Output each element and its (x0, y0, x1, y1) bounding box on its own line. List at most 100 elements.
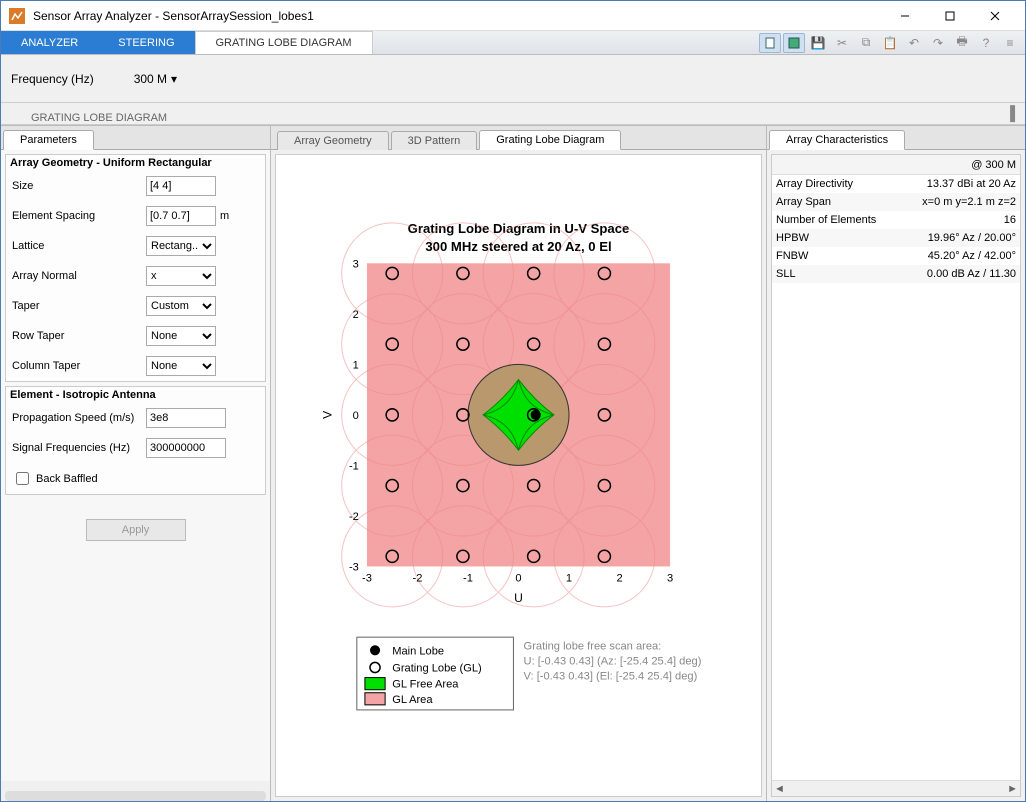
char-value: 45.20° Az / 42.00° (892, 250, 1020, 262)
new-icon[interactable] (759, 33, 781, 53)
svg-text:-1: -1 (463, 573, 473, 585)
tab-3d-pattern[interactable]: 3D Pattern (391, 131, 478, 150)
element-spacing-input[interactable] (146, 206, 216, 226)
char-label: Number of Elements (772, 214, 892, 226)
y-axis-label: V (321, 410, 335, 419)
char-value: 16 (892, 214, 1020, 226)
propagation-speed-label: Propagation Speed (m/s) (12, 412, 142, 424)
char-row: Number of Elements16 (772, 211, 1020, 229)
svg-text:-3: -3 (362, 573, 372, 585)
char-row: HPBW19.96° Az / 20.00° (772, 229, 1020, 247)
menu-icon[interactable]: ≡ (999, 33, 1021, 53)
svg-text:Grating Lobe (GL): Grating Lobe (GL) (392, 663, 482, 675)
column-taper-label: Column Taper (12, 360, 142, 372)
svg-text:-1: -1 (349, 460, 359, 472)
save-icon[interactable] (783, 33, 805, 53)
tab-steering[interactable]: STEERING (98, 31, 194, 54)
title-bar: Sensor Array Analyzer - SensorArraySessi… (1, 1, 1025, 31)
char-value: x=0 m y=2.1 m z=2 (892, 196, 1020, 208)
paste-icon[interactable]: 📋 (879, 33, 901, 53)
char-label: Array Directivity (772, 178, 892, 190)
char-label: Array Span (772, 196, 892, 208)
section-title: GRATING LOBE DIAGRAM ▐ (1, 103, 1025, 125)
close-button[interactable] (972, 1, 1017, 31)
svg-text:2: 2 (616, 573, 622, 585)
lattice-label: Lattice (12, 240, 142, 252)
char-label: FNBW (772, 250, 892, 262)
propagation-speed-input[interactable] (146, 408, 226, 428)
row-taper-label: Row Taper (12, 330, 142, 342)
svg-text:2: 2 (353, 309, 359, 321)
svg-text:-2: -2 (349, 511, 359, 523)
row-taper-select[interactable]: None (146, 326, 216, 346)
chart-subtitle: 300 MHz steered at 20 Az, 0 El (425, 239, 611, 254)
disk-icon[interactable]: 💾 (807, 33, 829, 53)
collapse-ribbon-icon[interactable]: ▐ (1005, 105, 1015, 121)
undo-icon[interactable]: ↶ (903, 33, 925, 53)
minimize-button[interactable] (882, 1, 927, 31)
cut-icon[interactable]: ✂ (831, 33, 853, 53)
tab-grating-lobe[interactable]: Grating Lobe Diagram (479, 130, 621, 150)
char-value: 19.96° Az / 20.00° (892, 232, 1020, 244)
ribbon: ANALYZER STEERING GRATING LOBE DIAGRAM 💾… (1, 31, 1025, 55)
char-row: SLL0.00 dB Az / 11.30 (772, 265, 1020, 283)
char-value: 0.00 dB Az / 11.30 (892, 268, 1020, 280)
frequency-label: Frequency (Hz) (11, 72, 94, 86)
spacing-unit[interactable]: m (220, 210, 238, 222)
tab-grating-lobe-diagram[interactable]: GRATING LOBE DIAGRAM (195, 31, 373, 54)
char-header: @ 300 M (772, 155, 1020, 175)
taper-select[interactable]: Custom (146, 296, 216, 316)
copy-icon[interactable]: ⧉ (855, 33, 877, 53)
svg-text:-2: -2 (413, 573, 423, 585)
chevron-down-icon: ▾ (171, 72, 177, 86)
char-row: Array Spanx=0 m y=2.1 m z=2 (772, 193, 1020, 211)
svg-text:GL Area: GL Area (392, 694, 433, 706)
char-label: SLL (772, 268, 892, 280)
array-normal-select[interactable]: x (146, 266, 216, 286)
ribbon-content: Frequency (Hz) 300 M ▾ (1, 55, 1025, 103)
svg-text:GL Free Area: GL Free Area (392, 679, 459, 691)
parameters-panel: Parameters Array Geometry - Uniform Rect… (1, 126, 271, 801)
tab-parameters[interactable]: Parameters (3, 130, 94, 150)
char-scrollbar[interactable]: ◄► (772, 780, 1020, 796)
window-title: Sensor Array Analyzer - SensorArraySessi… (33, 9, 882, 23)
x-axis-label: U (514, 591, 523, 605)
characteristics-panel: Array Characteristics @ 300 M Array Dire… (767, 126, 1025, 801)
help-icon[interactable]: ? (975, 33, 997, 53)
print-icon[interactable]: 🖶 (951, 33, 973, 53)
chart-svg: Grating Lobe Diagram in U-V Space 300 MH… (276, 155, 761, 796)
maximize-button[interactable] (927, 1, 972, 31)
svg-text:3: 3 (667, 573, 673, 585)
back-baffled-label: Back Baffled (36, 473, 98, 485)
element-spacing-label: Element Spacing (12, 210, 142, 222)
tab-array-characteristics[interactable]: Array Characteristics (769, 130, 905, 150)
size-label: Size (12, 180, 142, 192)
frequency-dropdown[interactable]: 300 M ▾ (134, 72, 177, 86)
tab-array-geometry[interactable]: Array Geometry (277, 131, 389, 150)
redo-icon[interactable]: ↷ (927, 33, 949, 53)
plot-panel: Array Geometry 3D Pattern Grating Lobe D… (271, 126, 767, 801)
svg-text:1: 1 (353, 359, 359, 371)
back-baffled-checkbox[interactable] (16, 472, 29, 485)
signal-frequencies-label: Signal Frequencies (Hz) (12, 442, 142, 454)
size-input[interactable] (146, 176, 216, 196)
app-icon (9, 8, 25, 24)
chart-legend: Main Lobe Grating Lobe (GL) GL Free Area… (357, 637, 514, 710)
array-normal-label: Array Normal (12, 270, 142, 282)
svg-text:-3: -3 (349, 561, 359, 573)
tab-analyzer[interactable]: ANALYZER (1, 31, 98, 54)
lattice-select[interactable]: Rectang... (146, 236, 216, 256)
left-scrollbar[interactable] (5, 791, 266, 801)
group-array-geometry: Array Geometry - Uniform Rectangular (6, 155, 265, 171)
apply-button[interactable]: Apply (86, 519, 186, 541)
svg-text:Grating lobe free scan area:: Grating lobe free scan area: (524, 640, 662, 652)
char-row: FNBW45.20° Az / 42.00° (772, 247, 1020, 265)
column-taper-select[interactable]: None (146, 356, 216, 376)
quick-access-toolbar: 💾 ✂ ⧉ 📋 ↶ ↷ 🖶 ? ≡ (755, 31, 1025, 54)
main-lobe-marker (531, 410, 541, 420)
taper-label: Taper (12, 300, 142, 312)
svg-text:U: [-0.43 0.43] (Az: [-25.4 25: U: [-0.43 0.43] (Az: [-25.4 25.4] deg) (524, 655, 702, 667)
grating-lobe-plot: Grating Lobe Diagram in U-V Space 300 MH… (275, 154, 762, 797)
signal-frequencies-input[interactable] (146, 438, 226, 458)
svg-text:Main Lobe: Main Lobe (392, 645, 444, 657)
